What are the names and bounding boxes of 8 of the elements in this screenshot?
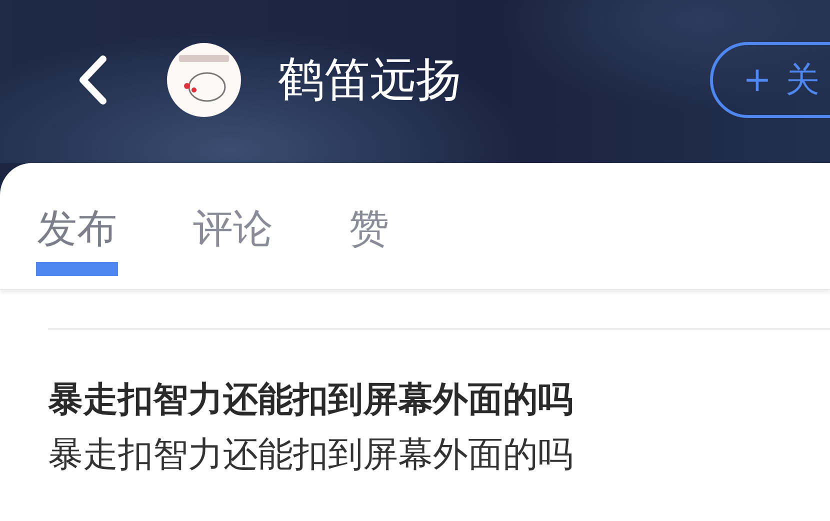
tab[interactable]: 评论 xyxy=(192,163,274,276)
back-icon[interactable] xyxy=(77,54,107,104)
tab[interactable]: 赞 xyxy=(348,163,390,276)
tab[interactable]: 发布 xyxy=(36,163,118,276)
post-title[interactable]: 暴走扣智力还能扣到屏幕外面的吗 xyxy=(48,376,830,424)
follow-button[interactable]: + 关 xyxy=(710,42,830,118)
post-body: 暴走扣智力还能扣到屏幕外面的吗 xyxy=(48,434,574,477)
profile-name: 鹤笛远扬 xyxy=(278,50,462,108)
